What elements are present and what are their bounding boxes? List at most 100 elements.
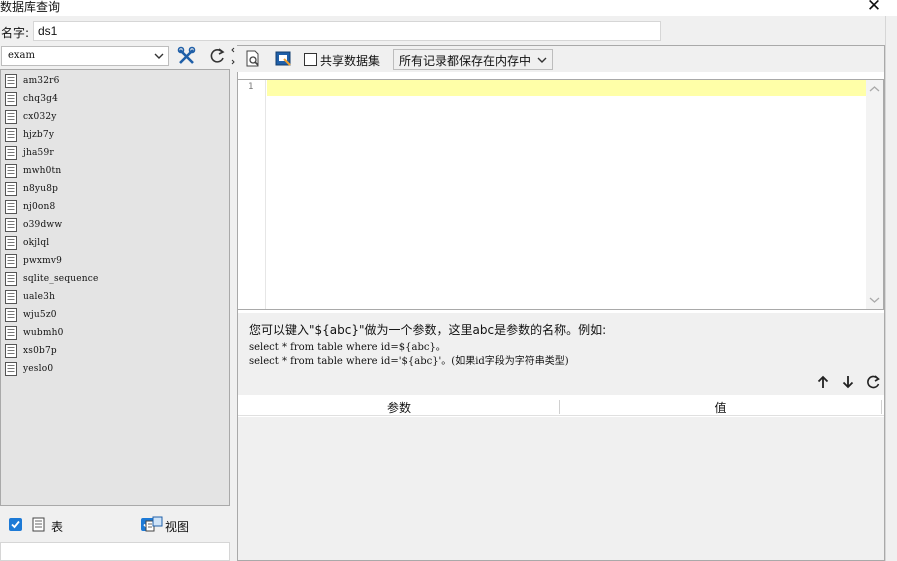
design-icon <box>275 51 291 66</box>
arrow-down-icon <box>842 376 854 389</box>
hint-line-3: select * from table where id='${abc}'。(如… <box>249 356 569 367</box>
table-icon <box>5 181 17 196</box>
table-list-item[interactable]: okjlql <box>5 234 49 251</box>
table-name: nj0on8 <box>23 201 56 212</box>
view-icon <box>145 516 163 532</box>
design-button[interactable] <box>275 50 293 68</box>
table-list-item[interactable]: o39dww <box>5 216 62 233</box>
table-icon <box>5 109 17 124</box>
memory-mode-value: 所有记录都保存在内存中 <box>399 54 532 68</box>
tools-icon <box>177 46 196 64</box>
table-list-item[interactable]: nj0on8 <box>5 198 55 215</box>
table-icon <box>32 517 45 532</box>
column-divider[interactable] <box>881 400 882 414</box>
table-icon <box>5 271 17 286</box>
table-icon <box>5 253 17 268</box>
table-icon <box>5 325 17 340</box>
table-icon <box>5 217 17 232</box>
table-list-item[interactable]: n8yu8p <box>5 180 58 197</box>
table-list[interactable]: am32r6 chq3g4 cx032y hjzb7y jha59r mwh0tn n8yu… <box>0 69 230 506</box>
table-icon <box>5 307 17 322</box>
sql-editor[interactable] <box>237 79 884 310</box>
column-header-param[interactable]: 参数 <box>238 399 560 415</box>
table-name: jha59r <box>23 147 54 158</box>
table-list-item[interactable]: pwxmv9 <box>5 252 62 269</box>
splitter-handle[interactable] <box>231 46 235 66</box>
table-name: uale3h <box>23 291 56 302</box>
table-list-item[interactable]: wubmh0 <box>5 324 64 341</box>
table-name: hjzb7y <box>23 129 55 140</box>
line-number: 1 <box>248 82 254 92</box>
current-line-highlight[interactable] <box>267 80 866 96</box>
tools-button[interactable] <box>176 46 198 66</box>
preview-button[interactable] <box>244 50 262 68</box>
table-icon <box>5 91 17 106</box>
move-up-button[interactable] <box>815 374 831 390</box>
table-icon <box>5 361 17 376</box>
table-icon <box>5 289 17 304</box>
scroll-up-icon <box>869 86 880 92</box>
table-list-item[interactable]: chq3g4 <box>5 90 58 107</box>
table-name: wju5z0 <box>23 309 57 320</box>
table-name: o39dww <box>23 219 63 230</box>
memory-mode-select[interactable]: 所有记录都保存在内存中 <box>393 49 553 70</box>
arrow-up-icon <box>817 375 829 388</box>
table-list-item[interactable]: wju5z0 <box>5 306 57 323</box>
name-input[interactable] <box>33 21 661 41</box>
table-list-item[interactable]: xs0b7p <box>5 342 57 359</box>
table-list-item[interactable]: mwh0tn <box>5 162 61 179</box>
refresh-icon <box>867 375 880 389</box>
move-down-button[interactable] <box>840 374 856 390</box>
table-list-item[interactable]: uale3h <box>5 288 55 305</box>
hint-line-2: select * from table where id=${abc}。 <box>249 342 446 353</box>
table-icon <box>5 199 17 214</box>
table-name: n8yu8p <box>23 183 59 194</box>
table-list-item[interactable]: cx032y <box>5 108 57 125</box>
refresh-button[interactable] <box>206 46 228 66</box>
window-title: 数据库查询 <box>0 0 61 14</box>
refresh-params-button[interactable] <box>864 374 882 390</box>
table-name: cx032y <box>23 111 57 122</box>
table-name: xs0b7p <box>23 345 57 356</box>
table-name: pwxmv9 <box>23 255 63 266</box>
table-list-item[interactable]: am32r6 <box>5 72 60 89</box>
name-label: 名字: <box>1 26 30 40</box>
preview-icon <box>246 50 259 67</box>
table-icon <box>5 235 17 250</box>
chevron-down-icon <box>154 53 164 59</box>
table-icon <box>5 127 17 142</box>
table-name: sqlite_sequence <box>23 273 99 284</box>
refresh-icon <box>210 48 225 63</box>
column-header-value[interactable]: 值 <box>560 399 881 415</box>
table-list-item[interactable]: yeslo0 <box>5 360 53 377</box>
table-list-item[interactable]: jha59r <box>5 144 54 161</box>
line-number-gutter <box>238 80 266 309</box>
table-name: okjlql <box>23 237 50 248</box>
share-dataset-label: 共享数据集 <box>320 54 381 68</box>
database-select[interactable]: exam <box>1 46 169 66</box>
table-list-item[interactable]: hjzb7y <box>5 126 54 143</box>
table-icon <box>5 145 17 160</box>
table-icon <box>5 163 17 178</box>
table-search-input[interactable] <box>0 542 230 561</box>
show-tables-label: 表 <box>51 520 64 534</box>
close-button[interactable]: ✕ <box>864 0 884 15</box>
chevron-down-icon <box>537 57 547 63</box>
window-edge <box>885 16 897 561</box>
table-icon <box>5 343 17 358</box>
scroll-down-icon <box>869 297 880 303</box>
table-name: chq3g4 <box>23 93 59 104</box>
table-icon <box>5 73 17 88</box>
show-views-label: 视图 <box>165 520 190 534</box>
table-name: am32r6 <box>23 75 60 86</box>
editor-scrollbar[interactable] <box>866 80 883 309</box>
show-tables-checkbox[interactable] <box>9 518 22 531</box>
table-list-item[interactable]: sqlite_sequence <box>5 270 99 287</box>
title-bar <box>0 0 897 16</box>
database-select-value: exam <box>8 50 36 61</box>
share-dataset-checkbox[interactable] <box>304 53 317 66</box>
hint-line-1: 您可以键入"${abc}"做为一个参数，这里abc是参数的名称。例如: <box>249 323 607 337</box>
table-name: mwh0tn <box>23 165 62 176</box>
params-table-body[interactable] <box>238 417 884 560</box>
table-name: wubmh0 <box>23 327 64 338</box>
